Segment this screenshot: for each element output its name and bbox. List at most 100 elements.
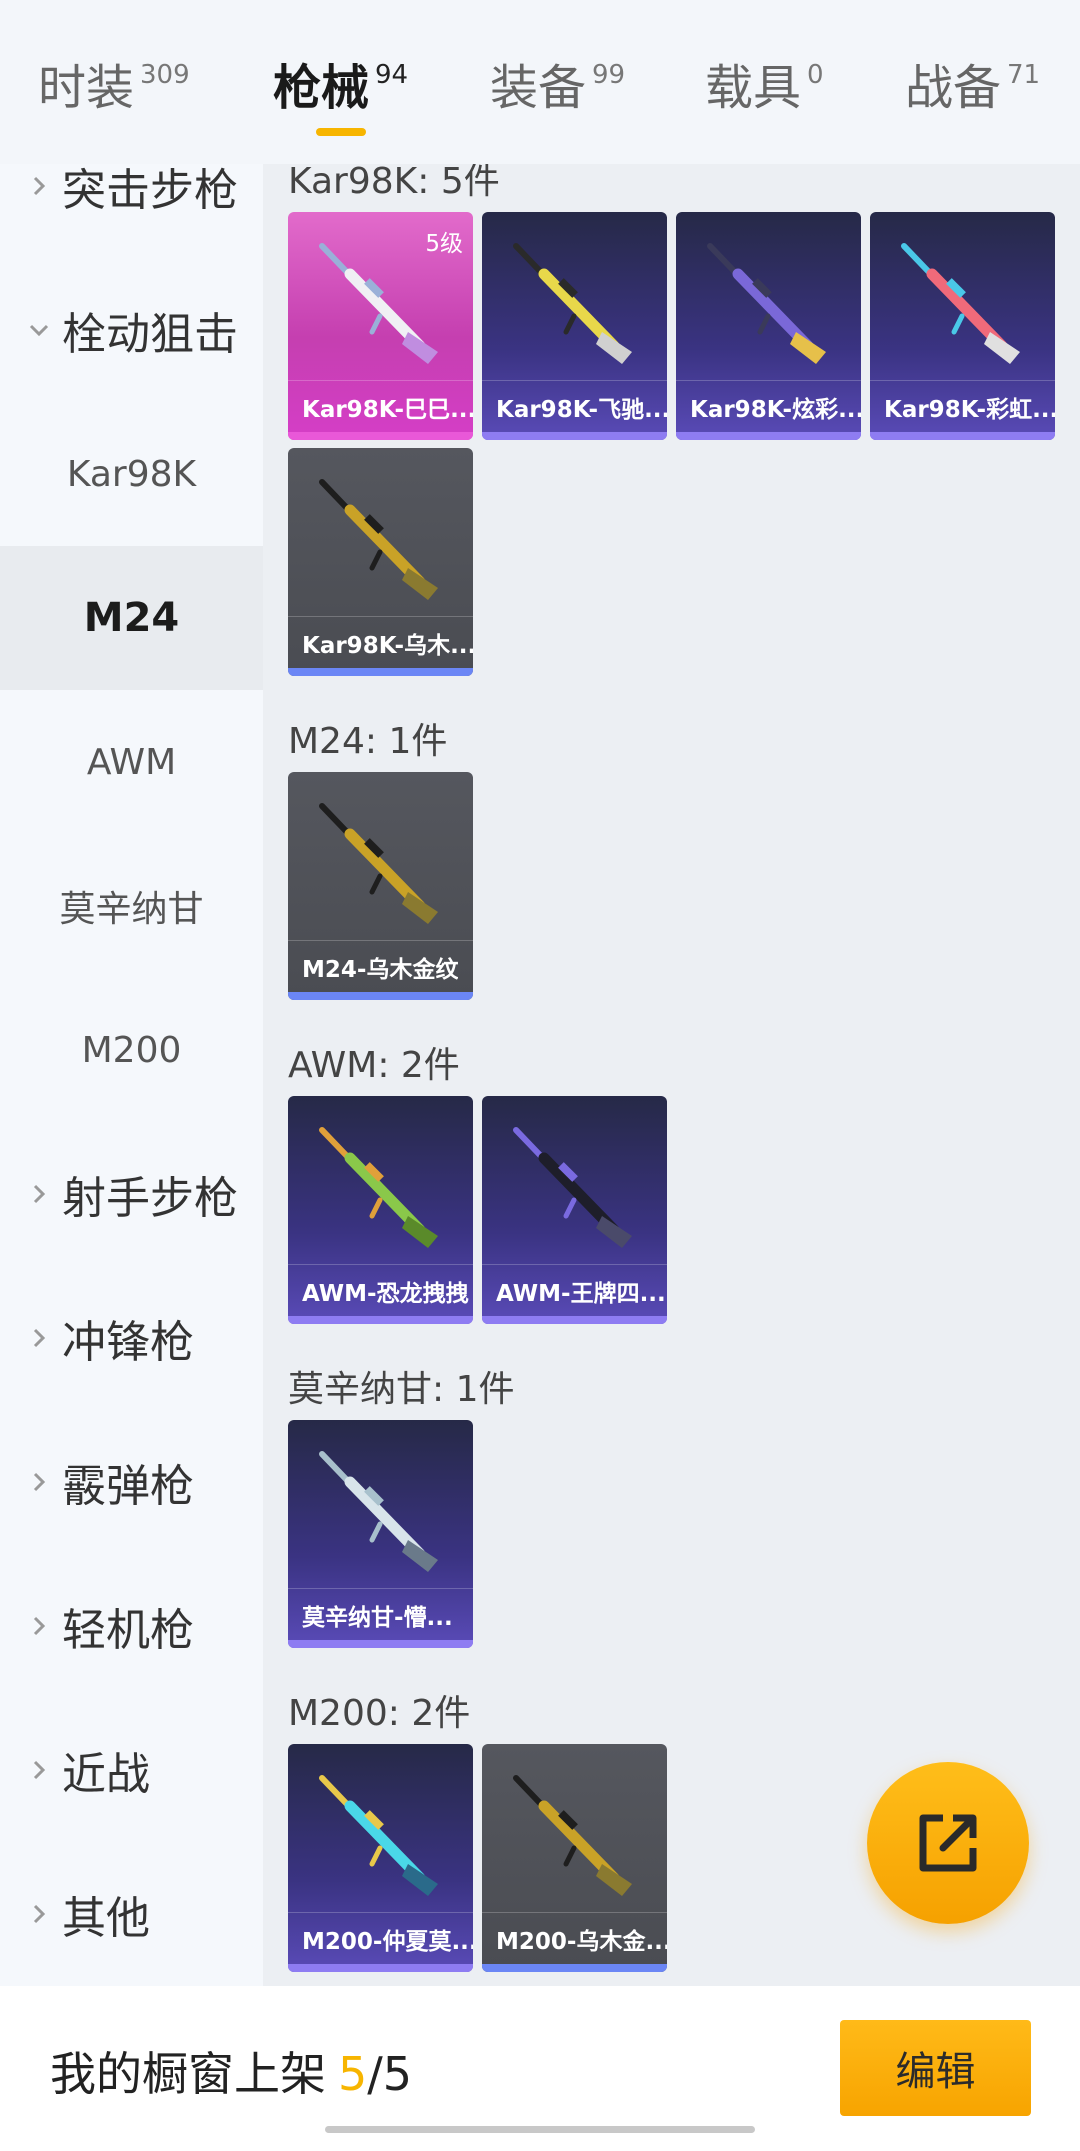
showcase-total-count: 5 — [382, 2047, 413, 2101]
sidebar-item-assault-rifles[interactable]: 突击步枪 — [0, 164, 263, 258]
tab-count: 94 — [375, 60, 409, 90]
rarity-bar — [288, 1964, 473, 1972]
chevron-right-icon — [24, 1755, 54, 1785]
weapon-category-tabs: 时装 309 枪械 94 装备 99 载具 0 战备 71 — [0, 0, 1080, 164]
tab-label: 时装 — [38, 60, 135, 116]
tab-count: 71 — [1007, 60, 1041, 90]
weapon-skin-card[interactable]: Kar98K-乌木... — [288, 448, 473, 676]
active-tab-indicator — [316, 128, 366, 136]
rifle-icon — [319, 479, 438, 600]
share-external-icon — [919, 1814, 977, 1872]
weapon-skin-card[interactable]: AWM-恐龙拽拽 — [288, 1096, 473, 1324]
tab-firearms[interactable]: 枪械 94 — [273, 58, 408, 118]
sidebar-item-bolt-action-snipers[interactable]: 栓动狙击 — [0, 258, 263, 402]
rifle-icon — [513, 243, 632, 364]
rarity-bar — [870, 432, 1055, 440]
chevron-right-icon — [24, 1899, 54, 1929]
chevron-right-icon — [24, 171, 54, 201]
sidebar-item-mosin-nagant[interactable]: 莫辛纳甘 — [0, 834, 263, 978]
skin-name: AWM-王牌四... — [496, 1280, 666, 1307]
skin-nameplate: Kar98K-炫彩... — [676, 380, 861, 432]
section-title-m24: M24: 1件 — [288, 721, 448, 762]
skin-name: Kar98K-彩虹... — [884, 396, 1055, 423]
tab-vehicles[interactable]: 载具 0 — [705, 58, 824, 118]
skin-nameplate: AWM-恐龙拽拽 — [288, 1264, 473, 1316]
sidebar-item-label: Kar98K — [66, 453, 197, 495]
sidebar-item-label: M24 — [83, 595, 180, 641]
home-indicator[interactable] — [325, 2126, 755, 2133]
sidebar-item-label: 霰弹枪 — [62, 1461, 194, 1512]
skin-name: 莫辛纳甘-懵... — [302, 1604, 453, 1631]
showcase-current-count: 5 — [338, 2047, 368, 2101]
showcase-status: 我的橱窗上架 5 / 5 — [50, 2038, 412, 2104]
sidebar-item-label: 其他 — [62, 1893, 150, 1944]
rarity-bar — [482, 1964, 667, 1972]
skin-name: AWM-恐龙拽拽 — [302, 1280, 469, 1307]
section-title-kar98k: Kar98K: 5件 — [288, 164, 500, 202]
rifle-icon — [319, 1775, 438, 1896]
weapon-skin-grid: Kar98K: 5件 5级 Kar98K-巳巳... Kar98K-飞驰... Kar9… — [263, 164, 1080, 1986]
sidebar-item-label: M200 — [81, 1029, 182, 1071]
skin-nameplate: M200-乌木金... — [482, 1912, 667, 1964]
skin-nameplate: M200-仲夏莫... — [288, 1912, 473, 1964]
rifle-icon — [901, 243, 1020, 364]
chevron-right-icon — [24, 1179, 54, 1209]
weapon-skin-card[interactable]: M200-仲夏莫... — [288, 1744, 473, 1972]
skin-nameplate: 莫辛纳甘-懵... — [288, 1588, 473, 1640]
skin-name: Kar98K-巳巳... — [302, 396, 473, 423]
sidebar-item-marksman-rifles[interactable]: 射手步枪 — [0, 1122, 263, 1266]
chevron-right-icon — [24, 1611, 54, 1641]
weapon-skin-card[interactable]: 5级 Kar98K-巳巳... — [288, 212, 473, 440]
weapon-skin-card[interactable]: Kar98K-炫彩... — [676, 212, 861, 440]
sidebar-item-m24[interactable]: M24 — [0, 546, 263, 690]
sidebar-item-kar98k[interactable]: Kar98K — [0, 402, 263, 546]
skin-name: M24-乌木金纹 — [302, 956, 459, 983]
sidebar-item-m200[interactable]: M200 — [0, 978, 263, 1122]
sidebar-item-melee[interactable]: 近战 — [0, 1698, 263, 1842]
sidebar-item-others[interactable]: 其他 — [0, 1842, 263, 1986]
sidebar-item-label: 莫辛纳甘 — [59, 889, 204, 930]
weapon-skin-card[interactable]: M24-乌木金纹 — [288, 772, 473, 1000]
skin-name: Kar98K-炫彩... — [690, 396, 861, 423]
rarity-bar — [288, 992, 473, 1000]
section-title-mosin-nagant: 莫辛纳甘: 1件 — [288, 1369, 515, 1410]
sidebar-item-label: 突击步枪 — [62, 165, 238, 216]
share-button[interactable] — [867, 1762, 1029, 1924]
tab-label: 载具 — [705, 60, 802, 116]
tab-count: 99 — [592, 60, 626, 90]
sidebar-item-smgs[interactable]: 冲锋枪 — [0, 1266, 263, 1410]
showcase-label: 我的橱窗上架 — [50, 2047, 326, 2101]
tab-count: 309 — [140, 60, 190, 90]
skin-name: Kar98K-飞驰... — [496, 396, 667, 423]
rarity-bar — [288, 1640, 473, 1648]
sidebar-item-label: 栓动狙击 — [62, 309, 238, 360]
weapon-skin-card[interactable]: Kar98K-彩虹... — [870, 212, 1055, 440]
rarity-bar — [676, 432, 861, 440]
weapon-skin-card[interactable]: AWM-王牌四... — [482, 1096, 667, 1324]
skin-name: M200-乌木金... — [496, 1928, 667, 1955]
weapon-skin-card[interactable]: 莫辛纳甘-懵... — [288, 1420, 473, 1648]
tab-fashion[interactable]: 时装 309 — [38, 58, 190, 118]
edit-button[interactable]: 编辑 — [840, 2020, 1031, 2116]
tab-count: 0 — [807, 60, 824, 90]
sidebar-item-shotguns[interactable]: 霰弹枪 — [0, 1410, 263, 1554]
weapon-skin-card[interactable]: Kar98K-飞驰... — [482, 212, 667, 440]
skin-nameplate: Kar98K-飞驰... — [482, 380, 667, 432]
skin-name: M200-仲夏莫... — [302, 1928, 473, 1955]
tab-label: 枪械 — [273, 60, 370, 116]
skin-nameplate: Kar98K-乌木... — [288, 616, 473, 668]
sidebar-item-lmgs[interactable]: 轻机枪 — [0, 1554, 263, 1698]
weapon-skin-card[interactable]: M200-乌木金... — [482, 1744, 667, 1972]
section-title-m200: M200: 2件 — [288, 1693, 471, 1734]
rifle-icon — [319, 1451, 438, 1572]
tab-supplies[interactable]: 战备 71 — [905, 58, 1040, 118]
section-title-awm: AWM: 2件 — [288, 1045, 460, 1086]
showcase-separator: / — [367, 2047, 383, 2101]
rarity-bar — [482, 432, 667, 440]
sidebar-item-label: 轻机枪 — [62, 1605, 194, 1656]
tab-equipment[interactable]: 装备 99 — [490, 58, 625, 118]
rifle-icon — [319, 803, 438, 924]
sidebar-item-label: 冲锋枪 — [62, 1317, 194, 1368]
rarity-bar — [482, 1316, 667, 1324]
sidebar-item-awm[interactable]: AWM — [0, 690, 263, 834]
